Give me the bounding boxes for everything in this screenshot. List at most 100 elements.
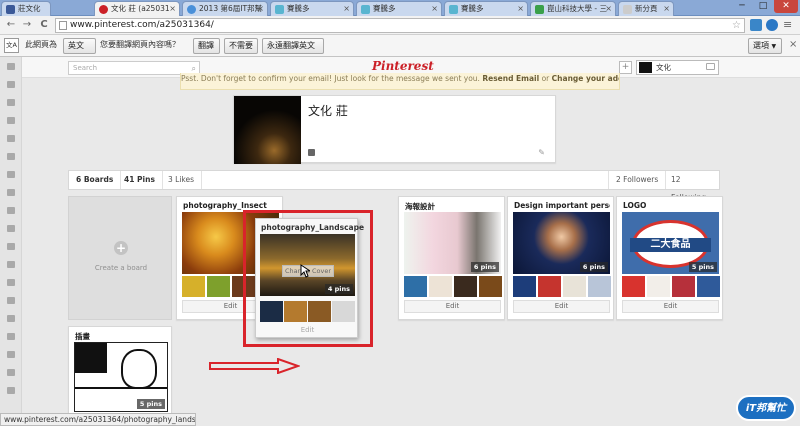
close-tab-icon[interactable]: × <box>605 2 612 16</box>
browser-tab-3[interactable]: 2013 第6屆IT邦幫 × <box>182 1 268 16</box>
confirm-email-notice: Psst. Don't forget to confirm your email… <box>180 73 620 90</box>
boards-count-tab[interactable]: 6 Boards <box>69 171 122 189</box>
create-board-tile[interactable]: + Create a board <box>68 196 172 320</box>
tool-icon[interactable] <box>7 351 15 358</box>
illustration-line <box>75 387 167 389</box>
pinterest-logo[interactable]: Pinterest <box>372 59 434 73</box>
thumbnail[interactable] <box>588 276 611 297</box>
pins-count: 41 Pins <box>124 175 155 184</box>
close-tab-icon[interactable]: × <box>517 2 524 16</box>
menu-icon[interactable]: ≡ <box>783 18 792 31</box>
nope-button[interactable]: 不需要 <box>224 38 258 54</box>
tool-icon[interactable] <box>7 387 15 394</box>
language-value: 英文 <box>68 41 84 50</box>
browser-tab-4[interactable]: 賽騰多 × <box>270 1 354 16</box>
thumbnail[interactable] <box>182 276 205 297</box>
thumbnail[interactable] <box>538 276 561 297</box>
arrow-icon[interactable] <box>7 81 15 88</box>
menu-icon[interactable] <box>7 63 15 70</box>
lock-icon[interactable] <box>7 117 15 124</box>
resend-email-link[interactable]: Resend Email <box>482 74 539 83</box>
pins-count-badge: 5 pins <box>688 262 717 272</box>
profile-name: 文化 莊 <box>308 104 348 118</box>
thumbnail[interactable] <box>429 276 452 297</box>
thumbnail[interactable] <box>697 276 720 297</box>
bookmark-star-icon[interactable]: ☆ <box>732 19 741 32</box>
translate-extension-icon[interactable] <box>750 19 762 31</box>
browser-tab-2-active[interactable]: 文化 莊 (a25031 × <box>94 1 180 16</box>
browser-tab-1[interactable]: 莊文化 <box>1 1 51 16</box>
browser-tab-5[interactable]: 賽騰多 × <box>356 1 442 16</box>
tool-icon[interactable] <box>7 171 15 178</box>
edit-board-button[interactable]: Edit <box>622 300 719 313</box>
browser-tab-7[interactable]: 崑山科技大學 - 三 × <box>530 1 616 16</box>
thumbnail[interactable] <box>404 276 427 297</box>
close-tab-icon[interactable]: × <box>431 2 438 16</box>
close-tab-icon[interactable]: × <box>257 2 264 16</box>
followers-count-tab[interactable]: 2 Followers <box>608 171 667 189</box>
tool-icon[interactable] <box>7 279 15 286</box>
tool-icon[interactable] <box>7 225 15 232</box>
board-design-important-person[interactable]: Design important person ... 6 pins Edit <box>507 196 614 320</box>
board-logo[interactable]: LOGO 二大食品 5 pins Edit <box>616 196 723 320</box>
browser-tab-8[interactable]: 新分頁 × <box>618 1 674 16</box>
mouse-cursor-icon <box>300 264 310 278</box>
pins-count-tab[interactable]: 41 Pins <box>117 171 163 189</box>
board-cover-image[interactable]: 二大食品 5 pins <box>622 212 719 274</box>
thumbnail[interactable] <box>207 276 230 297</box>
edit-board-button[interactable]: Edit <box>404 300 501 313</box>
translate-button[interactable]: 翻譯 <box>193 38 220 54</box>
board-cover-image[interactable]: 6 pins <box>404 212 501 274</box>
close-tab-icon[interactable]: × <box>169 2 176 16</box>
thumbnail[interactable] <box>513 276 536 297</box>
reload-button[interactable]: C <box>37 18 51 32</box>
maximize-button[interactable]: □ <box>753 0 773 13</box>
pencil-icon[interactable]: ✎ <box>538 148 545 157</box>
tool-icon[interactable] <box>7 243 15 250</box>
browser-tab-6[interactable]: 賽騰多 × <box>444 1 528 16</box>
likes-count-tab[interactable]: 3 Likes <box>161 171 203 189</box>
tool-icon[interactable] <box>7 315 15 322</box>
tool-icon[interactable] <box>7 369 15 376</box>
tool-icon[interactable] <box>7 99 15 106</box>
tool-icon[interactable] <box>7 261 15 268</box>
language-select[interactable]: 英文 ▼ <box>63 38 96 64</box>
profile-picture[interactable] <box>234 96 301 164</box>
shield-icon[interactable] <box>7 153 15 160</box>
chat-icon[interactable] <box>706 63 715 70</box>
board-cover-image[interactable]: 5 pins <box>74 342 168 412</box>
close-tab-icon[interactable]: × <box>663 2 670 16</box>
thumbnail[interactable] <box>563 276 586 297</box>
options-button[interactable]: 選項 ▼ <box>748 38 782 54</box>
forward-button[interactable]: → <box>20 18 34 32</box>
close-icon[interactable]: × <box>789 35 797 55</box>
facebook-icon[interactable] <box>308 149 315 156</box>
change-address-link[interactable]: Change your address. <box>552 74 619 83</box>
address-bar[interactable]: www.pinterest.com/a25031364/ ☆ <box>55 18 745 33</box>
following-count-tab[interactable]: 12 Following <box>664 171 719 202</box>
tool-icon[interactable] <box>7 189 15 196</box>
minimize-button[interactable]: ─ <box>732 0 752 13</box>
board-thumbnails <box>622 276 720 297</box>
search-placeholder: Search <box>73 64 98 72</box>
board-poster-design[interactable]: 海報設計 6 pins Edit <box>398 196 505 320</box>
tool-icon[interactable] <box>7 333 15 340</box>
close-tab-icon[interactable]: × <box>343 2 350 16</box>
close-window-button[interactable]: ✕ <box>774 0 798 13</box>
add-pin-button[interactable]: + <box>619 61 632 74</box>
tool-icon[interactable] <box>7 207 15 214</box>
thumbnail[interactable] <box>647 276 670 297</box>
thumbnail[interactable] <box>479 276 502 297</box>
board-illustration[interactable]: 插畫 5 pins <box>68 326 172 426</box>
tool-icon[interactable] <box>7 135 15 142</box>
edit-board-button[interactable]: Edit <box>513 300 610 313</box>
board-cover-image[interactable]: 6 pins <box>513 212 610 274</box>
back-button[interactable]: ← <box>4 18 18 32</box>
thumbnail[interactable] <box>454 276 477 297</box>
always-translate-button[interactable]: 永遠翻譯英文 <box>262 38 324 54</box>
user-menu-button[interactable]: 文化 <box>636 60 719 75</box>
thumbnail[interactable] <box>622 276 645 297</box>
tool-icon[interactable] <box>7 297 15 304</box>
thumbnail[interactable] <box>672 276 695 297</box>
extension-icon[interactable] <box>766 19 778 31</box>
